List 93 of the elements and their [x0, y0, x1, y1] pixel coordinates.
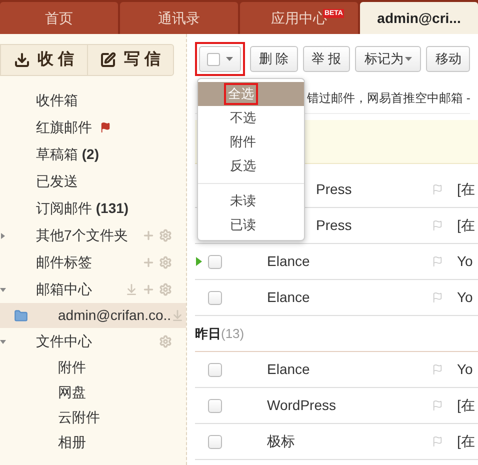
folder-item[interactable]: 收件箱 — [0, 87, 186, 114]
download-icon[interactable] — [125, 283, 138, 296]
flag-icon[interactable] — [432, 256, 443, 267]
folder-label: 相册 — [58, 433, 86, 452]
compose-button[interactable]: 写 信 — [86, 45, 173, 75]
receive-button[interactable]: 收 信 — [1, 45, 86, 75]
folder-item[interactable]: 网盘 — [0, 380, 186, 405]
sender-text: Elance — [267, 252, 311, 271]
checkbox[interactable] — [208, 362, 222, 376]
flag-icon[interactable] — [432, 436, 443, 447]
sender-text: WordPress — [267, 396, 337, 415]
checkbox[interactable] — [207, 52, 220, 66]
folder-item[interactable]: 草稿箱 (2) — [0, 141, 186, 168]
expanded-triangle-icon[interactable] — [0, 339, 6, 345]
flag-icon[interactable] — [432, 292, 443, 303]
flag-icon[interactable] — [432, 220, 443, 231]
menu-item[interactable]: 不选 — [228, 109, 258, 127]
folder-item[interactable]: 邮件标签 — [0, 249, 186, 276]
collapsed-triangle-icon[interactable] — [0, 233, 6, 239]
folder-label: admin@crifan.co.. — [58, 306, 172, 325]
folder-item[interactable]: 附件 — [0, 355, 186, 380]
notice-text: 错过邮件，网易首推空中邮箱 - — [307, 90, 470, 106]
add-icon[interactable] — [142, 283, 155, 296]
folder-item[interactable]: 邮箱中心 — [0, 276, 186, 303]
folder-label: 附件 — [58, 358, 86, 377]
folder-label: 其他7个文件夹 — [36, 226, 128, 245]
sender-text: 极标 — [267, 432, 296, 451]
folder-icon — [14, 308, 28, 322]
mail-row[interactable]: Elance Yo — [195, 244, 478, 280]
folder-item[interactable]: 其他7个文件夹 — [0, 222, 186, 249]
folder-item[interactable]: 红旗邮件 — [0, 114, 186, 141]
flag-icon[interactable] — [432, 400, 443, 411]
subject-text: Yo — [457, 252, 473, 271]
toolbar-button[interactable]: 移动 — [426, 46, 470, 72]
expanded-triangle-icon[interactable] — [0, 287, 6, 293]
folder-label: 订阅邮件 (131) — [36, 199, 129, 218]
folder-label: 已发送 — [36, 172, 78, 191]
tab[interactable]: 首页 — [0, 2, 118, 34]
folder-label: 文件中心 — [36, 332, 92, 351]
folder-item[interactable]: 订阅邮件 (131) — [0, 195, 186, 222]
menu-item[interactable]: 附件 — [228, 133, 258, 151]
mail-row[interactable]: Elance Yo — [195, 352, 478, 388]
sender-text: Elance — [267, 360, 311, 379]
folder-item[interactable]: 文件中心 — [0, 328, 186, 355]
subject-text: Yo — [457, 288, 473, 307]
flag-icon[interactable] — [432, 184, 443, 195]
checkbox[interactable] — [208, 434, 222, 448]
settings-icon[interactable] — [159, 256, 172, 269]
folder-label: 邮箱中心 — [36, 280, 92, 299]
toolbar-button[interactable]: 删 除 — [250, 46, 298, 72]
settings-icon[interactable] — [159, 229, 172, 242]
folder-item[interactable]: 已发送 — [0, 168, 186, 195]
folder-item[interactable]: 云附件 — [0, 405, 186, 430]
flag-icon[interactable] — [432, 364, 443, 375]
checkbox[interactable] — [208, 254, 222, 268]
toolbar-button[interactable]: 举 报 — [302, 46, 350, 72]
settings-icon[interactable] — [159, 283, 172, 296]
toolbar-button[interactable]: 标记为 — [355, 46, 422, 72]
caret-icon — [226, 57, 233, 61]
subject-text: [在 — [457, 432, 475, 451]
mail-row[interactable]: Elance Yo — [195, 280, 478, 316]
folder-item[interactable]: 相册 — [0, 430, 186, 455]
menu-item[interactable]: 反选 — [228, 157, 258, 175]
subject-text: Yo — [457, 360, 473, 379]
download-icon — [14, 52, 30, 68]
folder-label: 网盘 — [58, 383, 86, 402]
folder-label: 云附件 — [58, 408, 100, 427]
subject-text: [在 — [457, 396, 475, 415]
add-icon[interactable] — [142, 256, 155, 269]
mail-row[interactable]: WordPress [在 — [195, 388, 478, 424]
compose-icon — [100, 52, 116, 68]
subject-text: [在 — [457, 180, 475, 199]
group-count: (13) — [221, 324, 244, 343]
folder-label: 收件箱 — [36, 91, 78, 110]
settings-icon[interactable] — [159, 335, 172, 348]
menu-item[interactable]: 未读 — [228, 192, 258, 210]
subject-text: [在 — [457, 216, 475, 235]
folder-label: 草稿箱 (2) — [36, 145, 100, 164]
tab[interactable]: 通讯录 — [120, 2, 238, 34]
checkbox[interactable] — [208, 290, 222, 304]
add-icon[interactable] — [142, 229, 155, 242]
folder-label: 邮件标签 — [36, 253, 92, 272]
checkbox[interactable] — [208, 398, 222, 412]
group-title: 昨日 — [195, 324, 221, 343]
sender-text: Elance — [267, 288, 311, 307]
sender-text: Press — [316, 216, 353, 235]
tab[interactable]: admin@cri... — [360, 2, 478, 34]
download-icon[interactable] — [171, 309, 184, 322]
folder-label: 红旗邮件 — [36, 118, 92, 137]
folder-item[interactable]: admin@crifan.co.. — [0, 303, 186, 328]
mail-row[interactable]: 极标 [在 — [195, 424, 478, 460]
sender-text: Press — [316, 180, 353, 199]
menu-item[interactable]: 已读 — [228, 216, 258, 234]
